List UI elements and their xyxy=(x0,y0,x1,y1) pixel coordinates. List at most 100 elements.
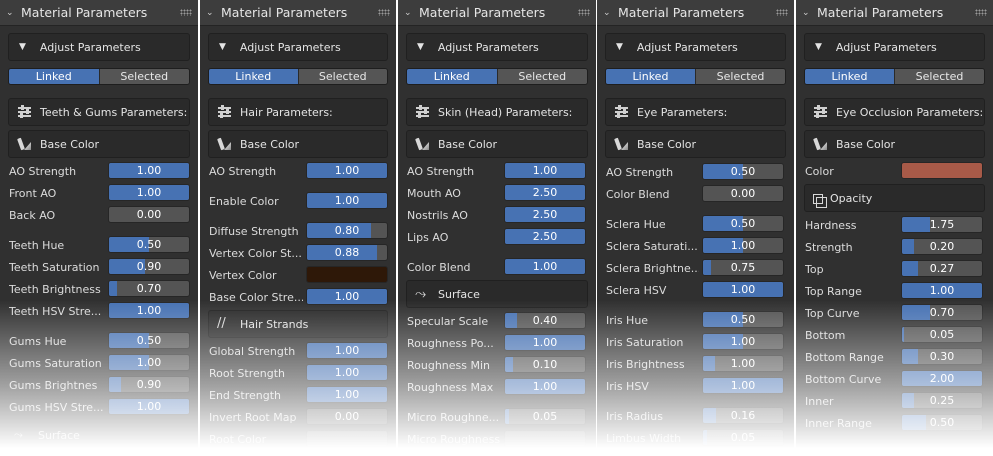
base-color-section[interactable]: Base Color xyxy=(208,130,388,158)
param-slider-top-curve[interactable]: 0.70 xyxy=(901,304,983,321)
parameters-section-header[interactable]: Teeth & Gums Parameters: xyxy=(8,98,190,126)
param-slider-teeth-hsv-stre[interactable]: 1.00 xyxy=(108,302,190,319)
param-slider-micro-roughne[interactable]: 0.05 xyxy=(504,408,586,425)
param-slider-limbus-width[interactable]: 0.05 xyxy=(702,429,784,446)
selected-button[interactable]: Selected xyxy=(496,69,587,84)
surface-section[interactable]: ⤳ Surface xyxy=(406,280,588,308)
param-slider-inner[interactable]: 0.25 xyxy=(901,392,983,409)
param-slider-global-strength[interactable]: 1.00 xyxy=(306,342,388,359)
adjust-parameters-toggle[interactable]: ▼ Adjust Parameters xyxy=(605,33,786,61)
param-slider-teeth-brightness[interactable]: 0.70 xyxy=(108,280,190,297)
parameters-section-header[interactable]: Eye Parameters: xyxy=(605,98,786,126)
linked-button[interactable]: Linked xyxy=(606,69,695,84)
param-slider-nostrils-ao[interactable]: 2.50 xyxy=(504,206,586,223)
param-slider-bottom-curve[interactable]: 2.00 xyxy=(901,370,983,387)
opacity-section[interactable]: Opacity xyxy=(804,184,985,212)
param-slider-teeth-saturation[interactable]: 0.90 xyxy=(108,258,190,275)
panel-header[interactable]: ⌄ Material Parameters xyxy=(0,0,198,26)
panel-header[interactable]: ⌄ Material Parameters xyxy=(398,0,596,26)
linked-button[interactable]: Linked xyxy=(209,69,298,84)
param-slider-front-ao[interactable]: 1.00 xyxy=(108,184,190,201)
parameters-section-header[interactable]: Skin (Head) Parameters: xyxy=(406,98,588,126)
param-slider-vertex-color-st[interactable]: 0.88 xyxy=(306,244,388,261)
param-slider-gums-brightnes[interactable]: 0.90 xyxy=(108,376,190,393)
param-slider-color-blend[interactable]: 1.00 xyxy=(504,258,586,275)
param-slider-sclera-saturati[interactable]: 1.00 xyxy=(702,237,784,254)
param-slider-roughness-max[interactable]: 1.00 xyxy=(504,378,586,395)
param-slider-bottom-range[interactable]: 0.30 xyxy=(901,348,983,365)
linked-selected-toggle[interactable]: Linked Selected xyxy=(208,68,388,85)
adjust-parameters-toggle[interactable]: ▼ Adjust Parameters xyxy=(406,33,588,61)
chevron-down-icon[interactable]: ⌄ xyxy=(802,8,812,18)
parameters-section-header[interactable]: Eye Occlusion Parameters: xyxy=(804,98,985,126)
chevron-down-icon[interactable]: ⌄ xyxy=(206,8,216,18)
drag-grip-icon[interactable] xyxy=(578,9,590,16)
param-slider-gums-saturation[interactable]: 1.00 xyxy=(108,354,190,371)
param-slider-sclera-hsv[interactable]: 1.00 xyxy=(702,281,784,298)
parameters-section-header[interactable]: Hair Parameters: xyxy=(208,98,388,126)
base-color-section[interactable]: Base Color xyxy=(8,130,190,158)
selected-button[interactable]: Selected xyxy=(297,69,387,84)
param-slider-diffuse-strength[interactable]: 0.80 xyxy=(306,222,388,239)
base-color-section[interactable]: Base Color xyxy=(804,130,985,158)
param-slider-roughness-min[interactable]: 0.10 xyxy=(504,356,586,373)
linked-button[interactable]: Linked xyxy=(9,69,99,84)
panel-header[interactable]: ⌄ Material Parameters xyxy=(597,0,794,26)
chevron-down-icon[interactable]: ⌄ xyxy=(404,8,414,18)
param-slider-ao-strength[interactable]: 1.00 xyxy=(504,162,586,179)
param-slider-lips-ao[interactable]: 2.50 xyxy=(504,228,586,245)
drag-grip-icon[interactable] xyxy=(180,9,192,16)
param-slider-inner-range[interactable]: 0.50 xyxy=(901,414,983,431)
base-color-section[interactable]: Base Color xyxy=(605,130,786,158)
param-slider-micro-roughness[interactable] xyxy=(504,430,586,447)
param-slider-root-strength[interactable]: 1.00 xyxy=(306,364,388,381)
base-color-section[interactable]: Base Color xyxy=(406,130,588,158)
param-slider-iris-hsv[interactable]: 1.00 xyxy=(702,377,784,394)
param-slider-sclera-hue[interactable]: 0.50 xyxy=(702,215,784,232)
param-slider-gums-hue[interactable]: 0.50 xyxy=(108,332,190,349)
param-slider-strength[interactable]: 0.20 xyxy=(901,238,983,255)
param-slider-iris-radius[interactable]: 0.16 xyxy=(702,407,784,424)
param-slider-base-color-stre[interactable]: 1.00 xyxy=(306,288,388,305)
adjust-parameters-toggle[interactable]: ▼ Adjust Parameters xyxy=(804,33,985,61)
drag-grip-icon[interactable] xyxy=(975,9,987,16)
drag-grip-icon[interactable] xyxy=(378,9,390,16)
param-slider-gums-hsv-stre[interactable]: 1.00 xyxy=(108,398,190,415)
param-slider-ao-strength[interactable]: 1.00 xyxy=(306,162,388,179)
linked-button[interactable]: Linked xyxy=(407,69,497,84)
param-slider-iris-saturation[interactable]: 1.00 xyxy=(702,333,784,350)
param-slider-iris-brightness[interactable]: 1.00 xyxy=(702,355,784,372)
param-slider-sclera-brightne[interactable]: 0.75 xyxy=(702,259,784,276)
param-slider-iris-hue[interactable]: 0.50 xyxy=(702,311,784,328)
panel-header[interactable]: ⌄ Material Parameters xyxy=(796,0,993,26)
linked-selected-toggle[interactable]: Linked Selected xyxy=(804,68,985,85)
linked-button[interactable]: Linked xyxy=(805,69,894,84)
param-slider-back-ao[interactable]: 0.00 xyxy=(108,206,190,223)
adjust-parameters-toggle[interactable]: ▼ Adjust Parameters xyxy=(208,33,388,61)
selected-button[interactable]: Selected xyxy=(894,69,984,84)
param-slider-hardness[interactable]: 1.75 xyxy=(901,216,983,233)
linked-selected-toggle[interactable]: Linked Selected xyxy=(8,68,190,85)
hair-strands-section[interactable]: // Hair Strands xyxy=(208,310,388,338)
param-slider-ao-strength[interactable]: 0.50 xyxy=(702,163,784,180)
linked-selected-toggle[interactable]: Linked Selected xyxy=(406,68,588,85)
param-slider-specular-scale[interactable]: 0.40 xyxy=(504,312,586,329)
param-slider-mouth-ao[interactable]: 2.50 xyxy=(504,184,586,201)
chevron-down-icon[interactable]: ⌄ xyxy=(6,8,16,18)
param-slider-top[interactable]: 0.27 xyxy=(901,260,983,277)
color-swatch[interactable] xyxy=(306,266,388,283)
param-slider-bottom[interactable]: 0.05 xyxy=(901,326,983,343)
param-slider-color-blend[interactable]: 0.00 xyxy=(702,185,784,202)
param-slider-enable-color[interactable]: 1.00 xyxy=(306,192,388,209)
adjust-parameters-toggle[interactable]: ▼ Adjust Parameters xyxy=(8,33,190,61)
param-slider-roughness-po[interactable]: 1.00 xyxy=(504,334,586,351)
selected-button[interactable]: Selected xyxy=(695,69,785,84)
chevron-down-icon[interactable]: ⌄ xyxy=(603,8,613,18)
panel-header[interactable]: ⌄ Material Parameters xyxy=(200,0,396,26)
param-slider-invert-root-map[interactable]: 0.00 xyxy=(306,408,388,425)
param-slider-root-color[interactable] xyxy=(306,430,388,447)
drag-grip-icon[interactable] xyxy=(776,9,788,16)
param-slider-teeth-hue[interactable]: 0.50 xyxy=(108,236,190,253)
param-slider-top-range[interactable]: 1.00 xyxy=(901,282,983,299)
color-swatch[interactable] xyxy=(901,162,983,179)
